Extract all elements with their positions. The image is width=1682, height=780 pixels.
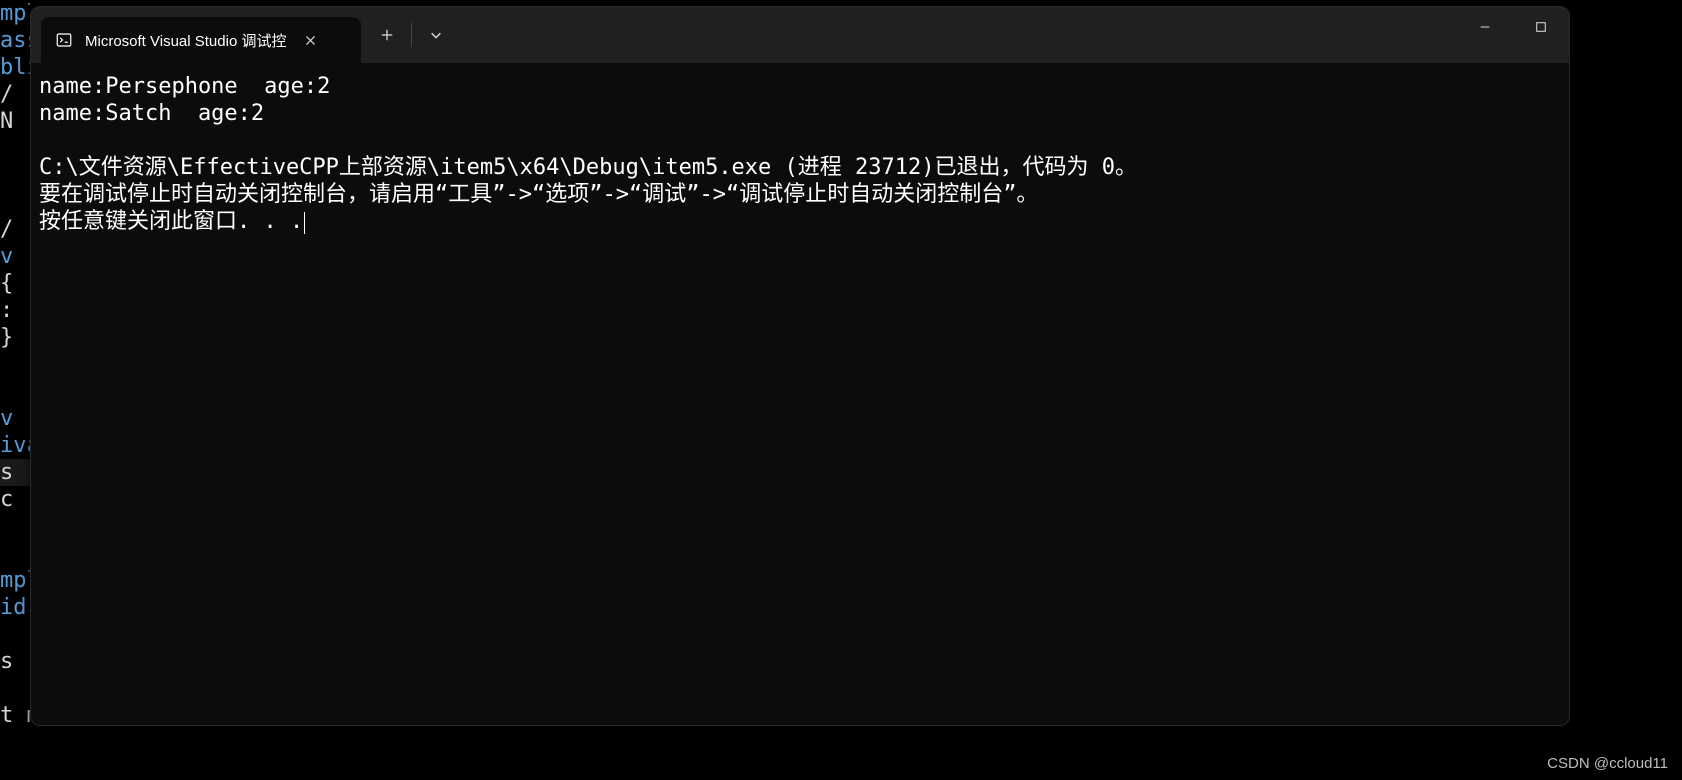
terminal-icon [55,31,73,49]
console-output[interactable]: name:Persephone age:2 name:Satch age:2 C… [31,63,1569,725]
titlebar[interactable]: Microsoft Visual Studio 调试控 [31,7,1569,63]
tab-dropdown-button[interactable] [416,15,456,55]
terminal-tab[interactable]: Microsoft Visual Studio 调试控 [41,17,361,63]
close-tab-button[interactable] [298,28,322,52]
separator [411,23,412,47]
background-editor-code: mpl ass bli / N / v { : } v iva s c mpl … [0,0,30,780]
maximize-button[interactable] [1513,7,1569,47]
watermark: CSDN @ccloud11 [1547,755,1668,772]
terminal-window: Microsoft Visual Studio 调试控 [30,6,1570,726]
tab-title: Microsoft Visual Studio 调试控 [85,30,286,51]
window-controls [1457,7,1569,47]
minimize-button[interactable] [1457,7,1513,47]
new-tab-button[interactable] [367,15,407,55]
